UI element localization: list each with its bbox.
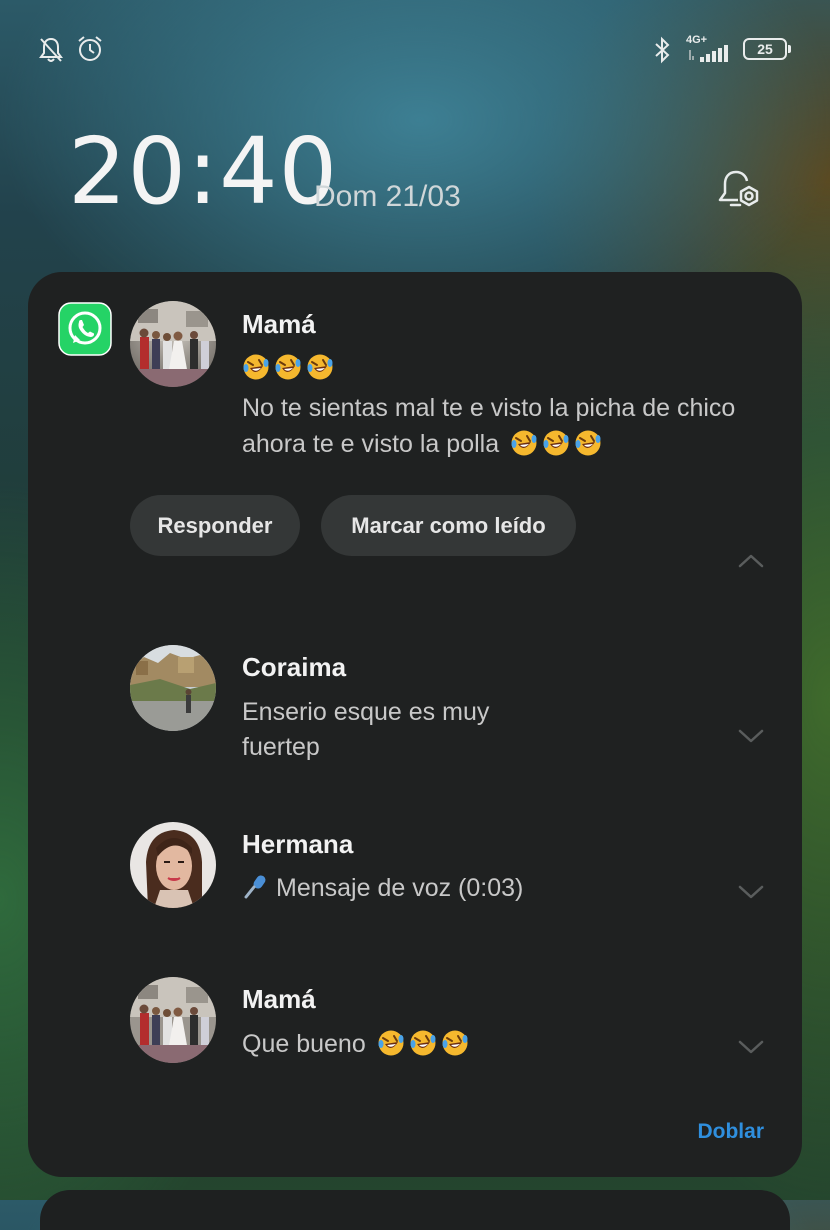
rofl-emoji-icon — [274, 353, 302, 381]
status-bar: 4G+ 25 — [0, 0, 830, 100]
message-text: ahora te e visto la polla — [242, 430, 500, 458]
rofl-emoji-icon — [409, 1029, 437, 1057]
notification-settings-icon[interactable] — [716, 168, 766, 214]
message-text: No te sientas mal te e visto la picha de… — [242, 394, 736, 422]
message-text: Enserio esque es muy — [242, 698, 490, 726]
rofl-emoji-icon — [441, 1029, 469, 1057]
next-notification-card[interactable] — [40, 1190, 790, 1230]
clock-date: Dom 21/03 — [314, 180, 461, 213]
sender-name: Hermana — [242, 829, 354, 859]
sender-name: Mamá — [242, 309, 316, 339]
message-text-line: Que bueno — [242, 1026, 473, 1063]
message-text: Que bueno — [242, 1030, 366, 1058]
sender-name: Mamá — [242, 984, 316, 1014]
rofl-emoji-icon — [574, 429, 602, 457]
avatar — [130, 301, 216, 387]
microphone-icon — [244, 875, 266, 899]
mark-as-read-button[interactable]: Marcar como leído — [321, 495, 576, 556]
rofl-emoji-icon — [510, 429, 538, 457]
avatar — [130, 822, 216, 908]
battery-level: 25 — [757, 41, 773, 57]
rofl-emoji-group — [510, 427, 606, 463]
whatsapp-icon — [58, 302, 112, 356]
message-emoji-line — [242, 350, 338, 387]
chevron-down-icon[interactable] — [736, 1038, 766, 1056]
chevron-up-icon[interactable] — [736, 552, 766, 570]
avatar — [130, 977, 216, 1063]
reply-button[interactable]: Responder — [130, 495, 300, 556]
battery-icon: 25 — [743, 38, 791, 60]
alarm-clock-icon — [78, 36, 102, 61]
rofl-emoji-icon — [306, 353, 334, 381]
avatar — [130, 645, 216, 731]
rofl-emoji-group — [242, 351, 338, 387]
bell-muted-icon — [39, 37, 63, 62]
voice-message-line: Mensaje de voz (0:03) — [242, 870, 523, 906]
message-text: Mensaje de voz (0:03) — [276, 874, 524, 902]
message-text-line: ahora te e visto la polla — [242, 426, 606, 463]
rofl-emoji-icon — [242, 353, 270, 381]
message-text: fuertep — [242, 733, 320, 761]
whatsapp-notification-card[interactable]: Mamá No te sientas mal te e visto la pic… — [28, 272, 802, 1177]
rofl-emoji-group — [377, 1027, 473, 1063]
clock-time: 20:40 — [68, 118, 339, 225]
rofl-emoji-icon — [377, 1029, 405, 1057]
bluetooth-icon — [655, 36, 670, 64]
chevron-down-icon[interactable] — [736, 883, 766, 901]
signal-icon — [689, 45, 728, 62]
sender-name: Coraima — [242, 652, 347, 682]
collapse-button[interactable]: Doblar — [697, 1120, 764, 1144]
rofl-emoji-icon — [542, 429, 570, 457]
chevron-down-icon[interactable] — [736, 727, 766, 745]
